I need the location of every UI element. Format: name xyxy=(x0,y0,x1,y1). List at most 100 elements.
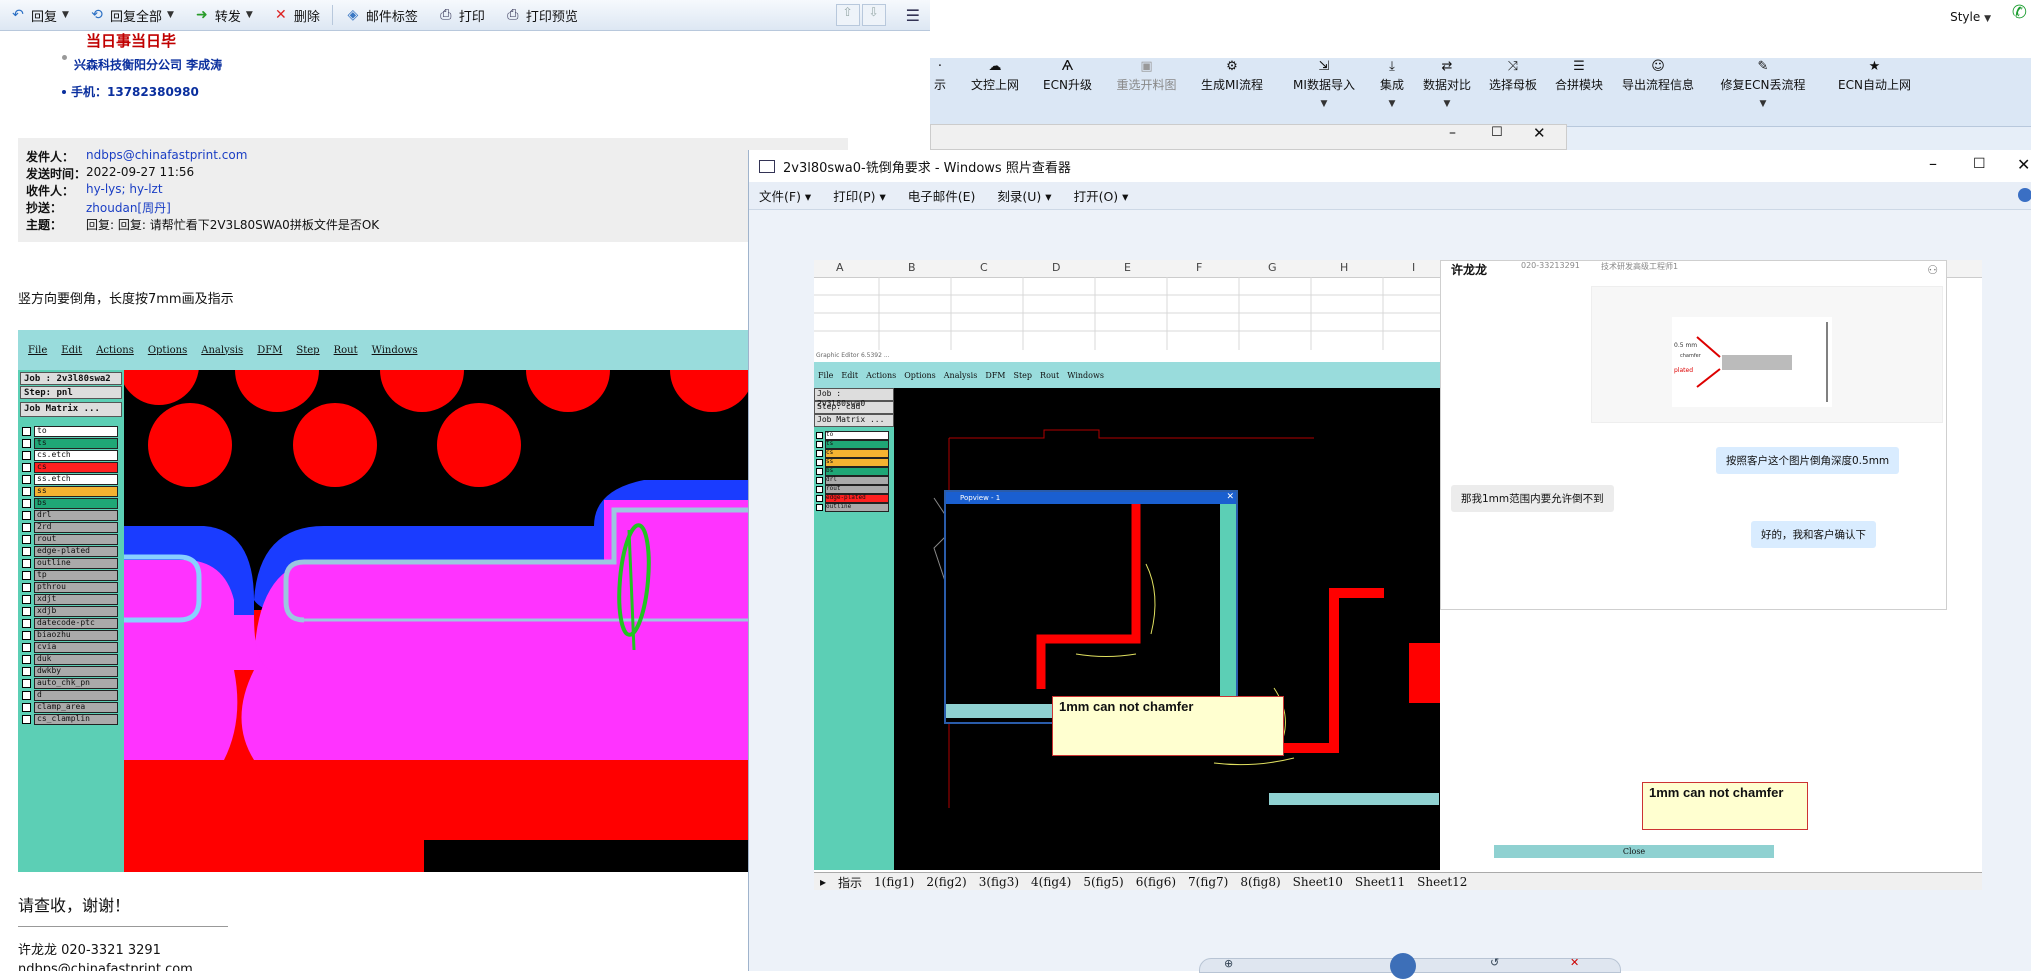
zoom-icon[interactable]: ⊕ xyxy=(1224,957,1233,970)
slideshow-icon[interactable] xyxy=(1390,953,1416,979)
info-icon: · xyxy=(937,59,943,74)
close-icon[interactable]: ✕ xyxy=(1533,124,1546,142)
ribbon-button-4[interactable]: ⚙ 生成MI流程 xyxy=(1190,58,1274,93)
ribbon-button-12[interactable]: ★ ECN自动上网 xyxy=(1826,58,1923,93)
checkbox-icon xyxy=(22,714,31,724)
ribbon-button-7[interactable]: ⇄ 数据对比 ▼ xyxy=(1418,58,1476,109)
toolbar-button-0[interactable]: ↶ 回复 ▼ xyxy=(0,0,79,30)
list-view-icon[interactable]: ☰ xyxy=(906,6,920,25)
cam-menu-item: Actions xyxy=(866,370,897,380)
shuffle-icon: ⤨ xyxy=(1507,59,1519,74)
toolbar-button-4[interactable]: ◈ 邮件标签 xyxy=(335,0,428,30)
help-icon[interactable] xyxy=(2018,188,2031,202)
checkbox-icon xyxy=(816,441,823,448)
sheet-nav-icon[interactable]: ▸ xyxy=(814,875,832,889)
cam-layer-row: cs xyxy=(816,449,894,458)
close-icon[interactable]: ✕ xyxy=(2017,155,2030,174)
signature-phone: 手机：13782380980 xyxy=(71,85,199,99)
sheet-tab[interactable]: 6(fig6) xyxy=(1130,875,1182,889)
cam-layer-row: cs_clamplin xyxy=(22,713,122,725)
ribbon-button-11[interactable]: ✎ 修复ECN丢流程 ▼ xyxy=(1708,58,1818,109)
ribbon-button-2[interactable]: Ѧ ECN升级 xyxy=(1032,58,1103,93)
compare-icon: ⇄ xyxy=(1441,59,1453,74)
sheet-tab[interactable]: Sheet10 xyxy=(1287,875,1349,889)
cam-layer-row: cs.etch xyxy=(22,449,122,461)
sheet-tab[interactable]: 7(fig7) xyxy=(1182,875,1234,889)
sheet-tab[interactable]: 3(fig3) xyxy=(973,875,1025,889)
cam-layer-name: cs.etch xyxy=(34,449,118,461)
toolbar-button-3[interactable]: ✕ 删除 xyxy=(263,0,330,30)
rotate-icon[interactable]: ↺ xyxy=(1490,956,1499,969)
cam-layer-row: to xyxy=(816,431,894,440)
sheet-tab[interactable]: 5(fig5) xyxy=(1077,875,1129,889)
sheet-tab[interactable]: 1(fig1) xyxy=(868,875,920,889)
cam-layer-row: 2rd xyxy=(22,521,122,533)
delete-icon[interactable]: ✕ xyxy=(1570,956,1579,969)
ribbon-button-9[interactable]: ☰ 合拼模块 xyxy=(1550,58,1608,93)
cam-layer-row: xdjb xyxy=(22,605,122,617)
toolbar-button-label: 打印 xyxy=(458,9,485,25)
ribbon-button-6[interactable]: ⤓ 集成 ▼ xyxy=(1374,58,1410,109)
toolbar-button-2[interactable]: ➜ 转发 ▼ xyxy=(184,0,263,30)
checkbox-icon xyxy=(816,504,823,511)
ribbon-button-label: 合拼模块 xyxy=(1554,78,1603,92)
minimize-icon[interactable]: – xyxy=(1929,154,1937,173)
gears-icon: ⚙ xyxy=(1226,59,1238,74)
arrow-up-icon[interactable]: ⇧ xyxy=(835,4,860,26)
toolbar-button-1[interactable]: ⟲ 回复全部 ▼ xyxy=(79,0,184,30)
from-link[interactable]: ndbps@chinafastprint.com xyxy=(86,148,247,165)
excel-grid xyxy=(814,277,1440,350)
chevron-down-icon: ▼ xyxy=(166,10,174,20)
cam-layer-name: ts xyxy=(34,437,118,449)
cam-layer-row: drl xyxy=(22,509,122,521)
viewer-menu-4[interactable]: 打开(O) ▾ xyxy=(1074,186,1129,205)
to-label: 收件人： xyxy=(26,184,75,198)
image-icon: ▣ xyxy=(1140,59,1153,74)
sheet-tab[interactable]: 指示 xyxy=(832,874,868,891)
phone-icon[interactable]: ✆ xyxy=(2012,2,2027,23)
sheet-tab[interactable]: Sheet11 xyxy=(1349,875,1411,889)
contact-mail[interactable]: ndbps@chinafastprint.com xyxy=(18,962,718,971)
toolbar-button-5[interactable]: ⎙ 打印 xyxy=(428,0,495,30)
arrow-down-icon[interactable]: ⇩ xyxy=(861,4,886,26)
erp-top-area: Style ▼ ✆ xyxy=(930,0,2031,58)
checkbox-icon xyxy=(22,654,31,664)
add-contact-icon[interactable]: ⚇ xyxy=(1927,263,1938,277)
subject-value: 回复: 回复: 请帮忙看下2V3L80SWA0拼板文件是否OK xyxy=(86,218,380,232)
ribbon-button-1[interactable]: ☁ 文控上网 xyxy=(966,58,1024,93)
chevron-down-icon: ▼ xyxy=(245,10,253,20)
cam-layer-row: duk xyxy=(22,653,122,665)
ribbon-button-3[interactable]: ▣ 重选开料图 xyxy=(1111,58,1182,93)
sheet-tab[interactable]: Sheet12 xyxy=(1411,875,1473,889)
style-dropdown[interactable]: Style ▼ xyxy=(1950,10,1991,24)
ribbon-button-label: 集成 xyxy=(1379,78,1404,92)
cam-layer-name: tp xyxy=(34,569,118,581)
maximize-icon[interactable]: ☐ xyxy=(1973,156,1986,172)
cc-link[interactable]: zhoudan[周丹] xyxy=(86,199,171,216)
viewer-menu-1[interactable]: 打印(P) ▾ xyxy=(833,186,886,205)
excel-column-header: B xyxy=(908,261,916,274)
viewer-menu-3[interactable]: 刻录(U) ▾ xyxy=(997,186,1051,205)
cam-layer-name: duk xyxy=(34,653,118,665)
maximize-icon[interactable]: ☐ xyxy=(1491,125,1503,140)
ribbon-button-8[interactable]: ⤨ 选择母板 xyxy=(1484,58,1542,93)
ribbon-button-10[interactable]: ☺ 导出流程信息 xyxy=(1616,58,1700,93)
cam-layer-row: ss xyxy=(816,458,894,467)
viewer-menu-2[interactable]: 电子邮件(E) xyxy=(908,186,976,205)
ribbon-button-5[interactable]: ⇲ MI数据导入 ▼ xyxy=(1282,58,1366,109)
toolbar-button-6[interactable]: ⎙ 打印预览 xyxy=(495,0,588,30)
checkbox-icon xyxy=(22,486,31,496)
cam-layer-row: pthrou xyxy=(22,581,122,593)
excel-column-header: F xyxy=(1196,261,1203,274)
close-icon[interactable]: ✕ xyxy=(1226,492,1234,502)
cam-layer-row: to xyxy=(22,425,122,437)
ribbon-button-0[interactable]: · 示 xyxy=(922,58,958,93)
to-link[interactable]: hy-lys; hy-lzt xyxy=(86,182,163,199)
viewer-menu-0[interactable]: 文件(F) ▾ xyxy=(759,186,811,205)
sheet-tab[interactable]: 8(fig8) xyxy=(1234,875,1286,889)
chat-image-message[interactable]: 0.5 mm chamfer plated xyxy=(1591,286,1943,423)
minimize-icon[interactable]: – xyxy=(1449,125,1456,141)
divider xyxy=(18,926,228,927)
sheet-tab[interactable]: 4(fig4) xyxy=(1025,875,1077,889)
sheet-tab[interactable]: 2(fig2) xyxy=(920,875,972,889)
